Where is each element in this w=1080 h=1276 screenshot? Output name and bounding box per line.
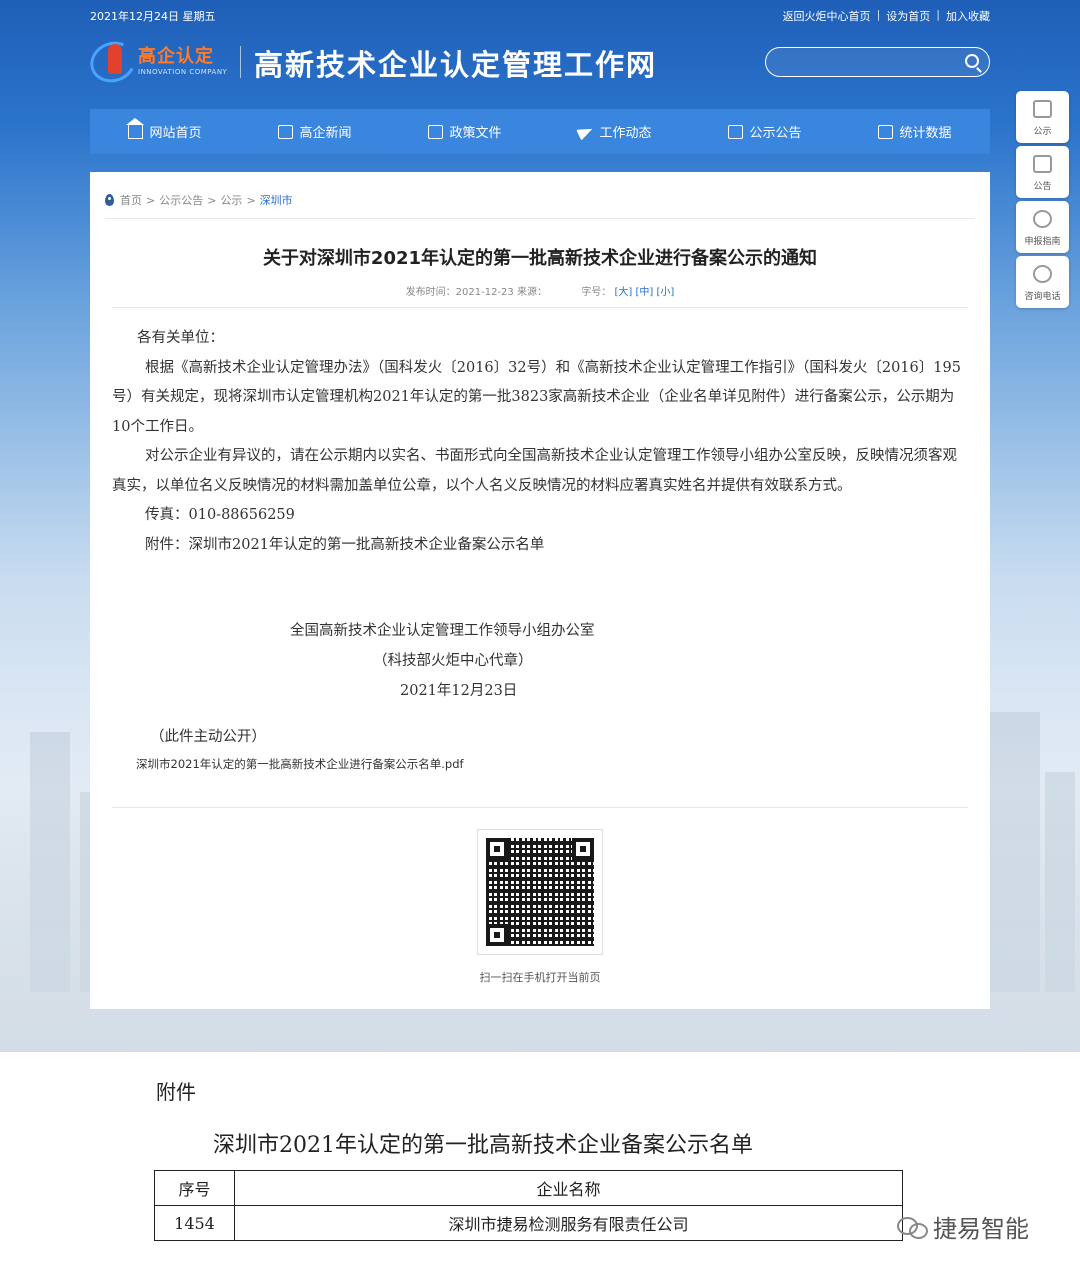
article-title: 关于对深圳市2021年认定的第一批高新技术企业进行备案公示的通知 bbox=[262, 248, 818, 269]
site-logo[interactable]: 高企认定 INNOVATION COMPANY bbox=[84, 35, 230, 89]
breadcrumb-home[interactable]: 首页 bbox=[120, 192, 142, 208]
notice-icon bbox=[728, 124, 744, 139]
signature-date: 2021年12月23日 bbox=[400, 683, 518, 699]
font-size-small[interactable]: [小] bbox=[657, 287, 675, 298]
font-size-label: 字号： bbox=[581, 287, 612, 298]
chart-icon bbox=[878, 124, 894, 139]
top-bar: 2021年12月24日 星期五 返回火炬中心首页 | 设为首页 | 加入收藏 bbox=[90, 8, 990, 24]
attachment-table: 序号 企业名称 1454 深圳市捷易检测服务有限责任公司 bbox=[154, 1170, 903, 1241]
nav-item-notices[interactable]: 公示公告 bbox=[690, 109, 840, 154]
salutation: 各有关单位： bbox=[137, 330, 224, 346]
signature-seal: （科技部火炬中心代章） bbox=[373, 653, 533, 669]
public-note: （此件主动公开） bbox=[150, 729, 266, 745]
attachment-line: 附件：深圳市2021年认定的第一批高新技术企业备案公示名单 bbox=[145, 536, 545, 553]
signature-org: 全国高新技术企业认定管理工作领导小组办公室 bbox=[290, 623, 595, 639]
side-float-buttons: 公示 公告 申报指南 咨询电话 bbox=[1016, 91, 1070, 311]
qr-code-icon bbox=[486, 838, 594, 946]
nav-item-statistics[interactable]: 统计数据 bbox=[840, 109, 990, 154]
set-homepage-link[interactable]: 设为首页 bbox=[886, 8, 930, 24]
phone-icon bbox=[1033, 265, 1052, 283]
search-icon[interactable] bbox=[965, 54, 979, 68]
top-links: 返回火炬中心首页 | 设为首页 | 加入收藏 bbox=[782, 8, 990, 24]
paragraph: 对公示企业有异议的，请在公示期内以实名、书面形式向全国高新技术企业认定管理工作领… bbox=[112, 448, 957, 494]
search-box bbox=[765, 47, 990, 77]
header-cell: 企业名称 bbox=[234, 1170, 903, 1206]
document-icon bbox=[428, 124, 444, 139]
breadcrumb: 首页 > 公示公告 > 公示 > 深圳市 bbox=[105, 192, 293, 208]
logo-subtext: INNOVATION COMPANY bbox=[138, 68, 228, 76]
paragraph: 根据《高新技术企业认定管理办法》（国科发火〔2016〕32号）和《高新技术企业认… bbox=[112, 359, 961, 435]
logo-figure-icon bbox=[108, 44, 122, 74]
publish-info: 发布时间：2021-12-23 来源： bbox=[405, 287, 547, 298]
divider bbox=[112, 307, 968, 308]
row-number: 1454 bbox=[154, 1205, 235, 1241]
news-icon bbox=[278, 124, 294, 139]
paper-plane-icon bbox=[576, 122, 596, 141]
search-input[interactable] bbox=[778, 53, 963, 71]
location-pin-icon bbox=[105, 194, 114, 206]
compass-icon bbox=[1033, 210, 1052, 228]
table-row: 1454 深圳市捷易检测服务有限责任公司 bbox=[154, 1205, 903, 1241]
side-button-hotline[interactable]: 咨询电话 bbox=[1016, 256, 1069, 308]
watermark-text: 捷易智能 bbox=[933, 1215, 1029, 1243]
breadcrumb-notices[interactable]: 公示公告 bbox=[159, 192, 203, 208]
fax-line: 传真：010-88656259 bbox=[145, 507, 295, 523]
main-nav: 网站首页 高企新闻 政策文件 工作动态 公示公告 统计数据 bbox=[90, 109, 990, 154]
nav-item-work-updates[interactable]: 工作动态 bbox=[540, 109, 690, 154]
article-body: 各有关单位： 根据《高新技术企业认定管理办法》（国科发火〔2016〕32号）和《… bbox=[112, 324, 968, 560]
article-meta: 发布时间：2021-12-23 来源： 字号： [大] [中] [小] bbox=[90, 283, 990, 298]
announcement-icon bbox=[1033, 155, 1052, 173]
header-divider bbox=[240, 46, 241, 78]
attachment-heading: 附件 bbox=[156, 1080, 196, 1104]
watermark: 捷易智能 bbox=[897, 1209, 1029, 1244]
header-cell: 序号 bbox=[154, 1170, 235, 1206]
article-card: 首页 > 公示公告 > 公示 > 深圳市 关于对深圳市2021年认定的第一批高新… bbox=[90, 172, 990, 1009]
breadcrumb-current[interactable]: 深圳市 bbox=[260, 192, 293, 208]
company-name: 深圳市捷易检测服务有限责任公司 bbox=[234, 1205, 903, 1241]
current-date: 2021年12月24日 星期五 bbox=[90, 10, 216, 23]
divider bbox=[105, 218, 975, 219]
add-favorite-link[interactable]: 加入收藏 bbox=[946, 8, 990, 24]
divider bbox=[112, 807, 968, 808]
side-button-publicity[interactable]: 公示 bbox=[1016, 91, 1069, 143]
font-size-medium[interactable]: [中] bbox=[636, 287, 654, 298]
breadcrumb-publicity[interactable]: 公示 bbox=[220, 192, 242, 208]
home-icon bbox=[126, 117, 145, 139]
notice-board-icon bbox=[1033, 100, 1052, 118]
site-title: 高新技术企业认定管理工作网 bbox=[254, 48, 658, 82]
side-button-announcement[interactable]: 公告 bbox=[1016, 146, 1069, 198]
qr-code bbox=[477, 829, 603, 955]
table-header-row: 序号 企业名称 bbox=[154, 1170, 903, 1206]
nav-item-policy[interactable]: 政策文件 bbox=[390, 109, 540, 154]
attachment-title: 深圳市2021年认定的第一批高新技术企业备案公示名单 bbox=[213, 1133, 753, 1158]
logo-text: 高企认定 bbox=[138, 46, 214, 67]
qr-caption: 扫一扫在手机打开当前页 bbox=[479, 971, 601, 984]
nav-item-home[interactable]: 网站首页 bbox=[90, 109, 240, 154]
side-button-guide[interactable]: 申报指南 bbox=[1016, 201, 1069, 253]
back-to-torch-link[interactable]: 返回火炬中心首页 bbox=[783, 8, 871, 24]
attachment-pdf-link[interactable]: 深圳市2021年认定的第一批高新技术企业进行备案公示名单.pdf bbox=[136, 756, 464, 772]
font-size-large[interactable]: [大] bbox=[615, 287, 633, 298]
nav-item-news[interactable]: 高企新闻 bbox=[240, 109, 390, 154]
wechat-icon bbox=[897, 1215, 928, 1239]
